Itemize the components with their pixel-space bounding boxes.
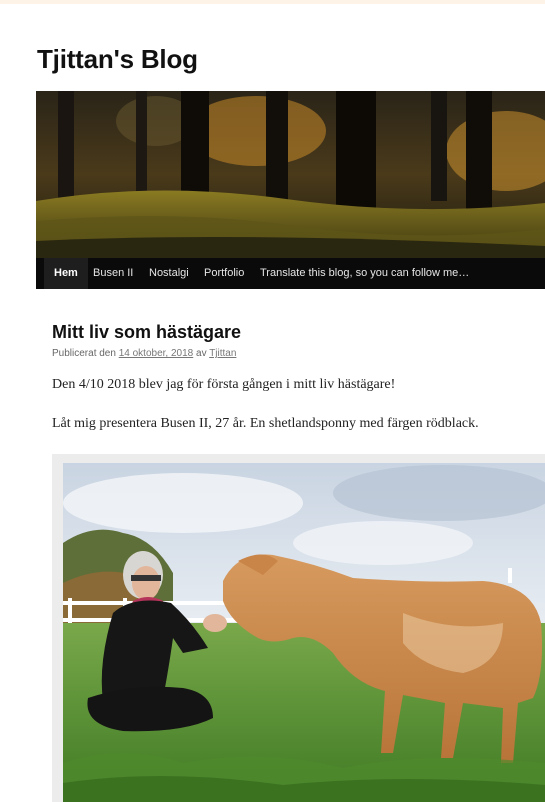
nav-item-portfolio[interactable]: Portfolio xyxy=(194,258,254,289)
meta-by: av xyxy=(196,348,207,359)
post-meta: Publicerat den 14 oktober, 2018 av Tjitt… xyxy=(52,348,236,359)
post-paragraph: Den 4/10 2018 blev jag för första gången… xyxy=(52,377,396,392)
post-title[interactable]: Mitt liv som hästägare xyxy=(52,322,241,343)
meta-prefix: Publicerat den xyxy=(52,348,116,359)
site-title[interactable]: Tjittan's Blog xyxy=(37,44,198,75)
header-forest-image xyxy=(36,91,545,258)
author-link[interactable]: Tjittan xyxy=(209,348,236,359)
pony-photo[interactable] xyxy=(63,463,545,802)
main-navigation: Hem Busen II Nostalgi Portfolio Translat… xyxy=(36,258,545,289)
post-date-link[interactable]: 14 oktober, 2018 xyxy=(119,348,194,359)
post-paragraph: Låt mig presentera Busen II, 27 år. En s… xyxy=(52,416,479,431)
nav-item-nostalgi[interactable]: Nostalgi xyxy=(139,258,199,289)
nav-item-hem[interactable]: Hem xyxy=(44,258,88,289)
top-accent-strip xyxy=(0,0,545,4)
nav-item-busen-ii[interactable]: Busen II xyxy=(83,258,143,289)
nav-item-translate[interactable]: Translate this blog, so you can follow m… xyxy=(250,258,479,289)
